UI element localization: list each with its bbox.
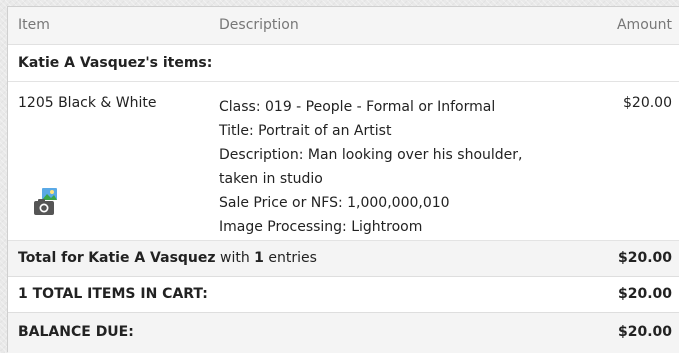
owner-group-heading-row: Katie A Vasquez's items: — [8, 45, 679, 82]
owner-group-heading: Katie A Vasquez's items: — [18, 55, 213, 71]
subtotal-row: Total for Katie A Vasquez with 1 entries… — [8, 241, 679, 277]
column-header-amount: Amount — [616, 17, 672, 33]
subtotal-amount: $20.00 — [617, 250, 672, 266]
item-image-processing-line: Image Processing: Lightroom — [219, 219, 423, 235]
subtotal-prefix: Total for — [18, 250, 84, 266]
column-header-item: Item — [18, 17, 50, 33]
item-amount: $20.00 — [623, 95, 672, 111]
balance-due-amount: $20.00 — [617, 324, 672, 340]
balance-due-row: BALANCE DUE: $20.00 — [8, 313, 679, 353]
table-row: 1205 Black & White Class: 019 - People -… — [8, 82, 679, 241]
item-description: Class: 019 - People - Formal or Informal… — [219, 95, 564, 239]
item-description-line: Description: Man looking over his should… — [219, 147, 523, 187]
item-sale-price-line: Sale Price or NFS: 1,000,000,010 — [219, 195, 450, 211]
subtotal-owner-name: Katie A Vasquez — [88, 250, 216, 266]
subtotal-label: Total for Katie A Vasquez with 1 entries — [18, 250, 317, 266]
subtotal-with-text: with — [220, 250, 250, 266]
subtotal-suffix: entries — [268, 250, 317, 266]
balance-due-label: BALANCE DUE: — [18, 324, 134, 340]
cart-total-amount: $20.00 — [617, 286, 672, 302]
item-name: 1205 Black & White — [18, 95, 157, 111]
cart-total-label: 1 TOTAL ITEMS IN CART: — [18, 286, 208, 302]
column-header-description: Description — [219, 17, 299, 33]
photo-camera-icon — [34, 188, 57, 215]
subtotal-entry-count: 1 — [254, 250, 264, 266]
cart-total-row: 1 TOTAL ITEMS IN CART: $20.00 — [8, 277, 679, 313]
item-class-line: Class: 019 - People - Formal or Informal — [219, 99, 496, 115]
cart-table: Item Description Amount Katie A Vasquez'… — [7, 6, 679, 353]
item-title-line: Title: Portrait of an Artist — [219, 123, 392, 139]
table-header: Item Description Amount — [8, 7, 679, 45]
